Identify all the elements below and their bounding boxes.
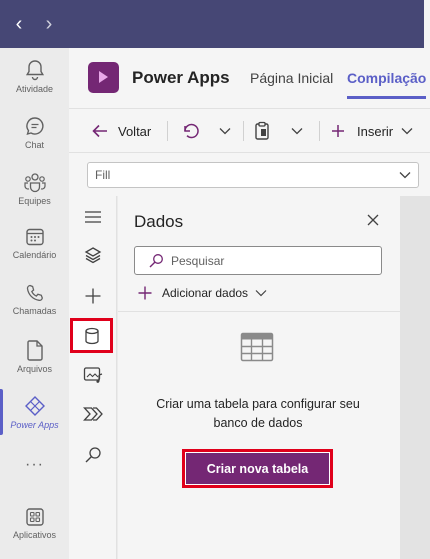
file-icon: [26, 340, 43, 361]
property-value: Fill: [95, 168, 111, 182]
property-dropdown[interactable]: Fill: [87, 162, 419, 188]
panel-title: Dados: [134, 212, 184, 231]
rail-label-chat: Chat: [24, 140, 44, 150]
insert-label: Inserir: [357, 123, 394, 139]
rail-item-teams[interactable]: Equipes: [0, 171, 69, 206]
rail-label-power-apps: Power Apps: [10, 420, 59, 430]
rail-label-files: Arquivos: [16, 364, 52, 374]
power-automate-button[interactable]: [69, 397, 117, 431]
title-bar-edge: [424, 0, 430, 48]
chat-icon: [25, 117, 44, 136]
undo-dropdown[interactable]: [218, 119, 232, 143]
teams-icon: [23, 173, 46, 193]
more-apps-icon[interactable]: ···: [0, 456, 69, 474]
database-icon: [84, 327, 99, 344]
power-automate-icon: [83, 407, 103, 421]
rail-item-power-apps[interactable]: Power Apps: [0, 389, 69, 435]
plus-icon: [332, 125, 344, 137]
toolbar-separator: [319, 121, 320, 141]
chevron-down-icon: [401, 128, 413, 135]
teams-title-bar: ‹ ›: [0, 0, 430, 48]
data-panel: Dados Pesquisar Adicionar dados Criar um…: [118, 196, 400, 559]
back-nav-icon[interactable]: ‹: [8, 13, 30, 35]
apps-icon: [25, 508, 44, 526]
studio-rail: [69, 196, 117, 559]
hamburger-icon: [85, 211, 101, 223]
rail-label-calls: Chamadas: [12, 306, 57, 316]
rail-item-chat[interactable]: Chat: [0, 115, 69, 150]
rail-label-apps: Aplicativos: [12, 530, 57, 540]
create-table-highlight: Criar nova tabela: [182, 449, 333, 488]
tab-build[interactable]: Compilação: [347, 70, 427, 99]
layers-icon: [84, 247, 102, 264]
paste-dropdown[interactable]: [290, 119, 304, 143]
tree-view-button[interactable]: [69, 200, 117, 234]
media-icon: [83, 367, 103, 383]
app-title: Power Apps: [132, 68, 230, 87]
data-pane-button[interactable]: [70, 318, 113, 353]
formula-bar: Fill: [69, 152, 430, 196]
back-label: Voltar: [118, 123, 152, 139]
power-apps-logo: [88, 62, 119, 93]
rail-label-calendar: Calendário: [12, 250, 57, 260]
rail-item-apps[interactable]: Aplicativos: [0, 507, 69, 540]
rail-label-teams: Equipes: [18, 196, 51, 206]
panel-divider: [118, 311, 400, 312]
rail-item-files[interactable]: Arquivos: [0, 339, 69, 374]
tab-home[interactable]: Página Inicial: [250, 70, 333, 86]
power-apps-icon: [24, 396, 45, 416]
media-pane-button[interactable]: [69, 358, 117, 392]
arrow-left-icon: [92, 124, 107, 138]
plus-icon: [85, 288, 101, 304]
undo-button[interactable]: [182, 119, 200, 143]
chevron-down-icon: [398, 163, 412, 195]
chevron-down-icon: [219, 128, 231, 135]
empty-state-line-1: Criar uma tabela para configurar seu: [156, 397, 360, 411]
toolbar-separator: [243, 121, 244, 141]
rail-item-calls[interactable]: Chamadas: [0, 283, 69, 316]
canvas-area: [400, 196, 430, 559]
insert-button[interactable]: Inserir: [330, 119, 414, 143]
rail-item-activity[interactable]: Atividade: [0, 59, 69, 94]
toolbar-separator: [167, 121, 168, 141]
close-icon[interactable]: [366, 213, 380, 232]
power-apps-header: Power Apps Página Inicial Compilação: [69, 48, 430, 108]
add-data-label: Adicionar dados: [162, 286, 249, 300]
calendar-icon: [25, 228, 44, 246]
empty-state-message: Criar uma tabela para configurar seu ban…: [134, 395, 382, 433]
phone-icon: [26, 284, 43, 301]
search-pane-button[interactable]: [69, 438, 117, 472]
table-icon: [240, 332, 274, 367]
paste-button[interactable]: [253, 119, 271, 143]
empty-state-line-2: banco de dados: [213, 416, 303, 430]
command-toolbar: Voltar Inserir: [69, 108, 430, 152]
add-data-button[interactable]: Adicionar dados: [137, 284, 268, 302]
search-placeholder: Pesquisar: [171, 254, 225, 268]
clipboard-icon: [255, 121, 269, 140]
forward-nav-icon[interactable]: ›: [38, 13, 60, 35]
insert-pane-button[interactable]: [69, 279, 117, 313]
rail-label-activity: Atividade: [15, 84, 54, 94]
chevron-down-icon: [291, 128, 303, 135]
layers-button[interactable]: [69, 238, 117, 272]
create-new-table-button[interactable]: Criar nova tabela: [186, 453, 329, 484]
undo-icon: [184, 123, 199, 139]
teams-app-rail: Atividade Chat Equipes Calendário Chamad…: [0, 48, 69, 559]
search-icon: [149, 254, 163, 268]
back-button[interactable]: Voltar: [91, 119, 151, 143]
bell-icon: [25, 60, 44, 81]
chevron-down-icon: [255, 290, 267, 297]
data-search-input[interactable]: Pesquisar: [134, 246, 382, 275]
search-icon: [85, 447, 101, 463]
rail-item-calendar[interactable]: Calendário: [0, 227, 69, 260]
plus-icon: [138, 286, 152, 300]
